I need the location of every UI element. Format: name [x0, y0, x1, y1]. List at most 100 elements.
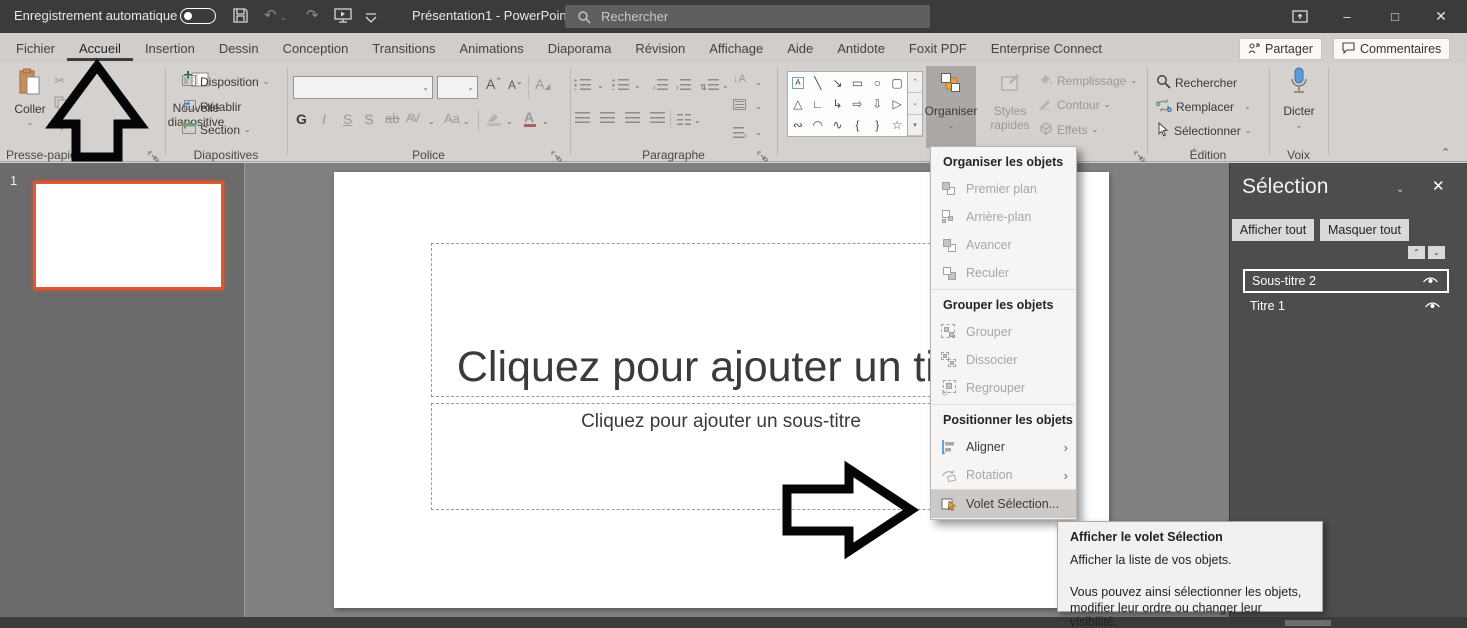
menu-item-premier-plan[interactable]: Premier plan: [931, 175, 1076, 203]
numbering-button[interactable]: [612, 77, 629, 95]
slide-thumbnail[interactable]: [33, 181, 224, 290]
shape-arrow-line[interactable]: ↘: [828, 72, 848, 93]
align-text-button[interactable]: [733, 99, 746, 110]
smartart-button[interactable]: ›: [733, 125, 747, 143]
pane-options-chevron-icon[interactable]: ⌄: [1396, 185, 1404, 195]
menu-item-aligner[interactable]: Aligner ›: [931, 433, 1076, 461]
menu-item-reculer[interactable]: Reculer: [931, 259, 1076, 287]
shape-outline-button[interactable]: Contour ⌄: [1038, 97, 1110, 113]
font-dialog-launcher-icon[interactable]: [551, 149, 562, 160]
move-up-button[interactable]: ⌃: [1408, 246, 1425, 259]
menu-item-regrouper[interactable]: ↻ Regrouper: [931, 374, 1076, 402]
clipboard-dialog-launcher-icon[interactable]: [148, 149, 159, 160]
redo-icon[interactable]: ↷: [306, 6, 319, 24]
shape-arc[interactable]: ◠: [808, 115, 828, 136]
gallery-more-icon[interactable]: ▾: [908, 115, 922, 136]
shape-right-arrow[interactable]: ⇨: [848, 93, 868, 114]
select-button[interactable]: Sélectionner ⌄: [1156, 122, 1251, 140]
shape-scribble[interactable]: ∾: [788, 115, 808, 136]
maximize-button[interactable]: □: [1378, 0, 1412, 33]
align-left-button[interactable]: [575, 112, 590, 123]
replace-button[interactable]: bc Remplacer ⌄: [1156, 98, 1251, 116]
tab-conception[interactable]: Conception: [271, 35, 361, 61]
save-icon[interactable]: [232, 7, 249, 27]
tab-antidote[interactable]: Antidote: [825, 35, 897, 61]
text-shadow-button[interactable]: S: [364, 111, 373, 127]
text-direction-button[interactable]: ↓A: [733, 73, 746, 85]
shape-callout[interactable]: ▷: [887, 93, 907, 114]
tab-fichier[interactable]: Fichier: [4, 35, 67, 61]
increase-font-size-button[interactable]: A⌃: [486, 76, 502, 92]
title-placeholder[interactable]: Cliquez pour ajouter un titre: [431, 243, 1011, 397]
show-all-button[interactable]: Afficher tout: [1232, 219, 1314, 241]
minimize-button[interactable]: –: [1330, 0, 1364, 33]
hide-all-button[interactable]: Masquer tout: [1320, 219, 1409, 241]
font-name-combo[interactable]: ⌄: [293, 76, 433, 99]
spacing-chevron-icon[interactable]: ⌄: [428, 118, 435, 126]
font-size-combo[interactable]: ⌄: [437, 76, 478, 99]
columns-button[interactable]: [677, 112, 691, 130]
align-center-button[interactable]: [600, 112, 615, 123]
autosave-toggle[interactable]: [180, 8, 216, 24]
bullets-chevron-icon[interactable]: ⌄: [597, 82, 604, 90]
tab-revision[interactable]: Révision: [623, 35, 697, 61]
underline-button[interactable]: S: [343, 111, 352, 127]
find-button[interactable]: Rechercher: [1156, 74, 1237, 92]
menu-item-volet-selection[interactable]: Volet Sélection...: [931, 489, 1076, 518]
text-direction-chevron-icon[interactable]: ⌄: [755, 79, 762, 87]
menu-item-grouper[interactable]: Grouper: [931, 318, 1076, 346]
subtitle-placeholder[interactable]: Cliquez pour ajouter un sous-titre: [431, 403, 1011, 510]
increase-indent-button[interactable]: ›: [676, 77, 691, 95]
shape-down-arrow[interactable]: ⇩: [867, 93, 887, 114]
selection-item-titre-1[interactable]: Titre 1: [1243, 295, 1449, 316]
shape-rounded-rectangle[interactable]: ▢: [887, 72, 907, 93]
format-painter-icon[interactable]: [54, 119, 68, 137]
highlight-chevron-icon[interactable]: ⌄: [506, 118, 513, 126]
shape-star[interactable]: ☆: [887, 115, 907, 136]
font-color-chevron-icon[interactable]: ⌄: [542, 118, 549, 126]
tab-transitions[interactable]: Transitions: [360, 35, 447, 61]
cut-icon[interactable]: ✂: [54, 73, 65, 89]
reset-button[interactable]: Rétablir: [182, 99, 241, 114]
tab-dessin[interactable]: Dessin: [207, 35, 271, 61]
search-input[interactable]: [599, 8, 899, 25]
section-button[interactable]: Section ⌄: [182, 123, 251, 137]
case-chevron-icon[interactable]: ⌄: [463, 118, 470, 126]
line-spacing-button[interactable]: ⇅: [700, 77, 719, 95]
shape-effects-button[interactable]: Effets ⌄: [1038, 121, 1098, 138]
close-button[interactable]: ✕: [1424, 0, 1458, 33]
shape-left-brace[interactable]: {: [848, 115, 868, 136]
font-color-button[interactable]: A: [524, 109, 534, 125]
paragraph-dialog-launcher-icon[interactable]: [757, 149, 768, 160]
search-bar[interactable]: [565, 5, 930, 28]
shape-textbox[interactable]: A: [788, 72, 808, 93]
bullets-button[interactable]: [574, 77, 591, 95]
justify-button[interactable]: [650, 112, 665, 123]
tab-insertion[interactable]: Insertion: [133, 35, 207, 61]
shape-right-brace[interactable]: }: [867, 115, 887, 136]
drawing-dialog-launcher-icon[interactable]: [1134, 149, 1145, 160]
layout-button[interactable]: Disposition ⌄: [182, 75, 269, 89]
smartart-chevron-icon[interactable]: ⌄: [755, 129, 762, 137]
align-right-button[interactable]: [625, 112, 640, 123]
copy-icon[interactable]: [54, 96, 67, 115]
shape-oval[interactable]: ○: [867, 72, 887, 93]
menu-item-dissocier[interactable]: Dissocier: [931, 346, 1076, 374]
clear-formatting-button[interactable]: A◢: [535, 76, 551, 92]
align-text-chevron-icon[interactable]: ⌄: [755, 103, 762, 111]
decrease-font-size-button[interactable]: A⌄: [508, 78, 523, 92]
tab-aide[interactable]: Aide: [775, 35, 825, 61]
quick-styles-button[interactable]: Styles rapides: [985, 66, 1035, 132]
arrange-button[interactable]: Organiser ⌄: [926, 66, 976, 148]
tab-diaporama[interactable]: Diaporama: [536, 35, 624, 61]
visibility-eye-icon[interactable]: [1422, 274, 1447, 288]
undo-dropdown-icon[interactable]: ⌄: [280, 14, 287, 22]
ribbon-display-options-icon[interactable]: [1283, 0, 1317, 33]
strikethrough-button[interactable]: ab: [385, 111, 399, 126]
collapse-ribbon-icon[interactable]: ⌃: [1441, 146, 1450, 159]
columns-chevron-icon[interactable]: ⌄: [694, 117, 701, 125]
paste-button[interactable]: Coller ⌄: [8, 68, 52, 127]
undo-icon[interactable]: ↶: [264, 6, 277, 24]
shape-fill-button[interactable]: Remplissage ⌄: [1038, 73, 1137, 89]
menu-item-arriere-plan[interactable]: Arrière-plan: [931, 203, 1076, 231]
